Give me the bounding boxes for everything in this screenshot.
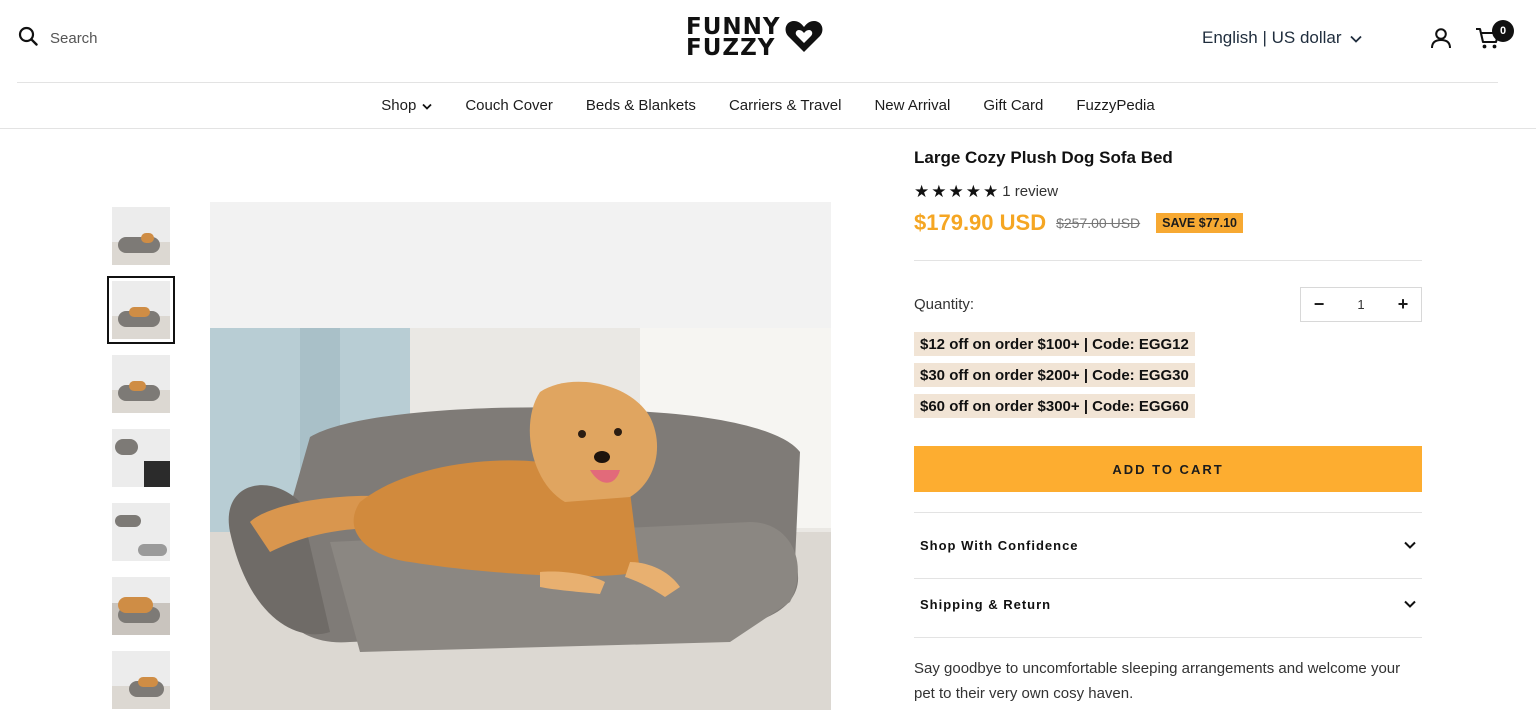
compare-at-price: $257.00 USD [1056, 215, 1141, 231]
product-thumbnail[interactable] [112, 503, 170, 561]
info-divider [914, 512, 1422, 513]
star-icon: ★ [965, 182, 981, 201]
nav-item-new-arrival[interactable]: New Arrival [858, 97, 967, 114]
dog-bed-illustration [210, 328, 831, 710]
product-thumbnail[interactable] [112, 429, 170, 487]
chevron-down-icon [1404, 536, 1416, 554]
product-main-image[interactable] [210, 202, 831, 710]
star-icon: ★ [983, 182, 999, 201]
star-icon: ★ [914, 182, 930, 201]
logo-line-2: FUZZY [686, 35, 776, 61]
info-divider [914, 260, 1422, 261]
nav-item-label: Shop [381, 97, 417, 114]
cart-button[interactable]: 0 [1475, 20, 1514, 56]
product-description: Say goodbye to uncomfortable sleeping ar… [914, 660, 1401, 702]
quantity-input[interactable]: 1 [1357, 297, 1364, 312]
sale-price: $179.90 USD [914, 210, 1047, 235]
info-divider [914, 578, 1422, 579]
accordion-shipping-return[interactable]: Shipping & Return [914, 584, 1422, 624]
product-thumbnail[interactable] [112, 651, 170, 709]
product-thumbnail[interactable] [112, 355, 170, 413]
accordion-label: Shop With Confidence [920, 537, 1079, 553]
add-to-cart-button[interactable]: ADD TO CART [914, 446, 1422, 492]
search-label: Search [50, 30, 98, 47]
promo-code-tag: $60 off on order $300+ | Code: EGG60 [914, 394, 1195, 418]
heart-logo-icon [785, 19, 823, 58]
nav-item-gift-card[interactable]: Gift Card [967, 97, 1060, 114]
nav-item-beds-blankets[interactable]: Beds & Blankets [569, 97, 712, 114]
search-icon [18, 26, 38, 51]
promo-code-tag: $12 off on order $100+ | Code: EGG12 [914, 332, 1195, 356]
quantity-stepper: − 1 + [1300, 287, 1422, 322]
search-trigger[interactable]: Search [18, 26, 98, 51]
main-nav: Shop Couch Cover Beds & Blankets Carrier… [0, 83, 1536, 128]
locale-selector[interactable]: English | US dollar [1202, 28, 1362, 48]
product-rating[interactable]: ★ ★ ★ ★ ★ 1 review [914, 183, 1058, 200]
info-divider [914, 637, 1422, 638]
price-row: $179.90 USD $257.00 USD SAVE $77.10 [914, 210, 1243, 236]
nav-divider [0, 128, 1536, 129]
nav-item-fuzzypedia[interactable]: FuzzyPedia [1060, 97, 1171, 114]
review-count-link[interactable]: 1 review [1002, 183, 1058, 200]
product-thumbnail[interactable] [112, 207, 170, 265]
user-icon [1430, 28, 1452, 53]
star-icon: ★ [931, 182, 947, 201]
chevron-down-icon [1404, 595, 1416, 613]
nav-item-couch-cover[interactable]: Couch Cover [449, 97, 570, 114]
product-thumbnail-selected[interactable] [107, 276, 175, 344]
chevron-down-icon [422, 97, 432, 114]
accordion-shop-with-confidence[interactable]: Shop With Confidence [914, 525, 1422, 565]
cart-count-badge: 0 [1492, 20, 1514, 42]
product-title: Large Cozy Plush Dog Sofa Bed [914, 148, 1173, 167]
account-button[interactable] [1430, 27, 1452, 54]
site-header: Search FUNNY FUZZY English | US dollar 0 [0, 0, 1536, 82]
nav-item-carriers-travel[interactable]: Carriers & Travel [712, 97, 858, 114]
savings-badge: SAVE $77.10 [1156, 213, 1243, 233]
chevron-down-icon [1349, 28, 1362, 48]
accordion-label: Shipping & Return [920, 596, 1052, 612]
locale-label: English | US dollar [1202, 28, 1342, 47]
promo-code-tag: $30 off on order $200+ | Code: EGG30 [914, 363, 1195, 387]
site-logo[interactable]: FUNNY FUZZY [686, 16, 823, 61]
quantity-label: Quantity: [914, 296, 975, 313]
quantity-increase-button[interactable]: + [1397, 294, 1409, 315]
nav-item-shop[interactable]: Shop [365, 97, 449, 114]
quantity-decrease-button[interactable]: − [1313, 294, 1325, 315]
star-icon: ★ [948, 182, 964, 201]
product-thumbnail[interactable] [112, 577, 170, 635]
